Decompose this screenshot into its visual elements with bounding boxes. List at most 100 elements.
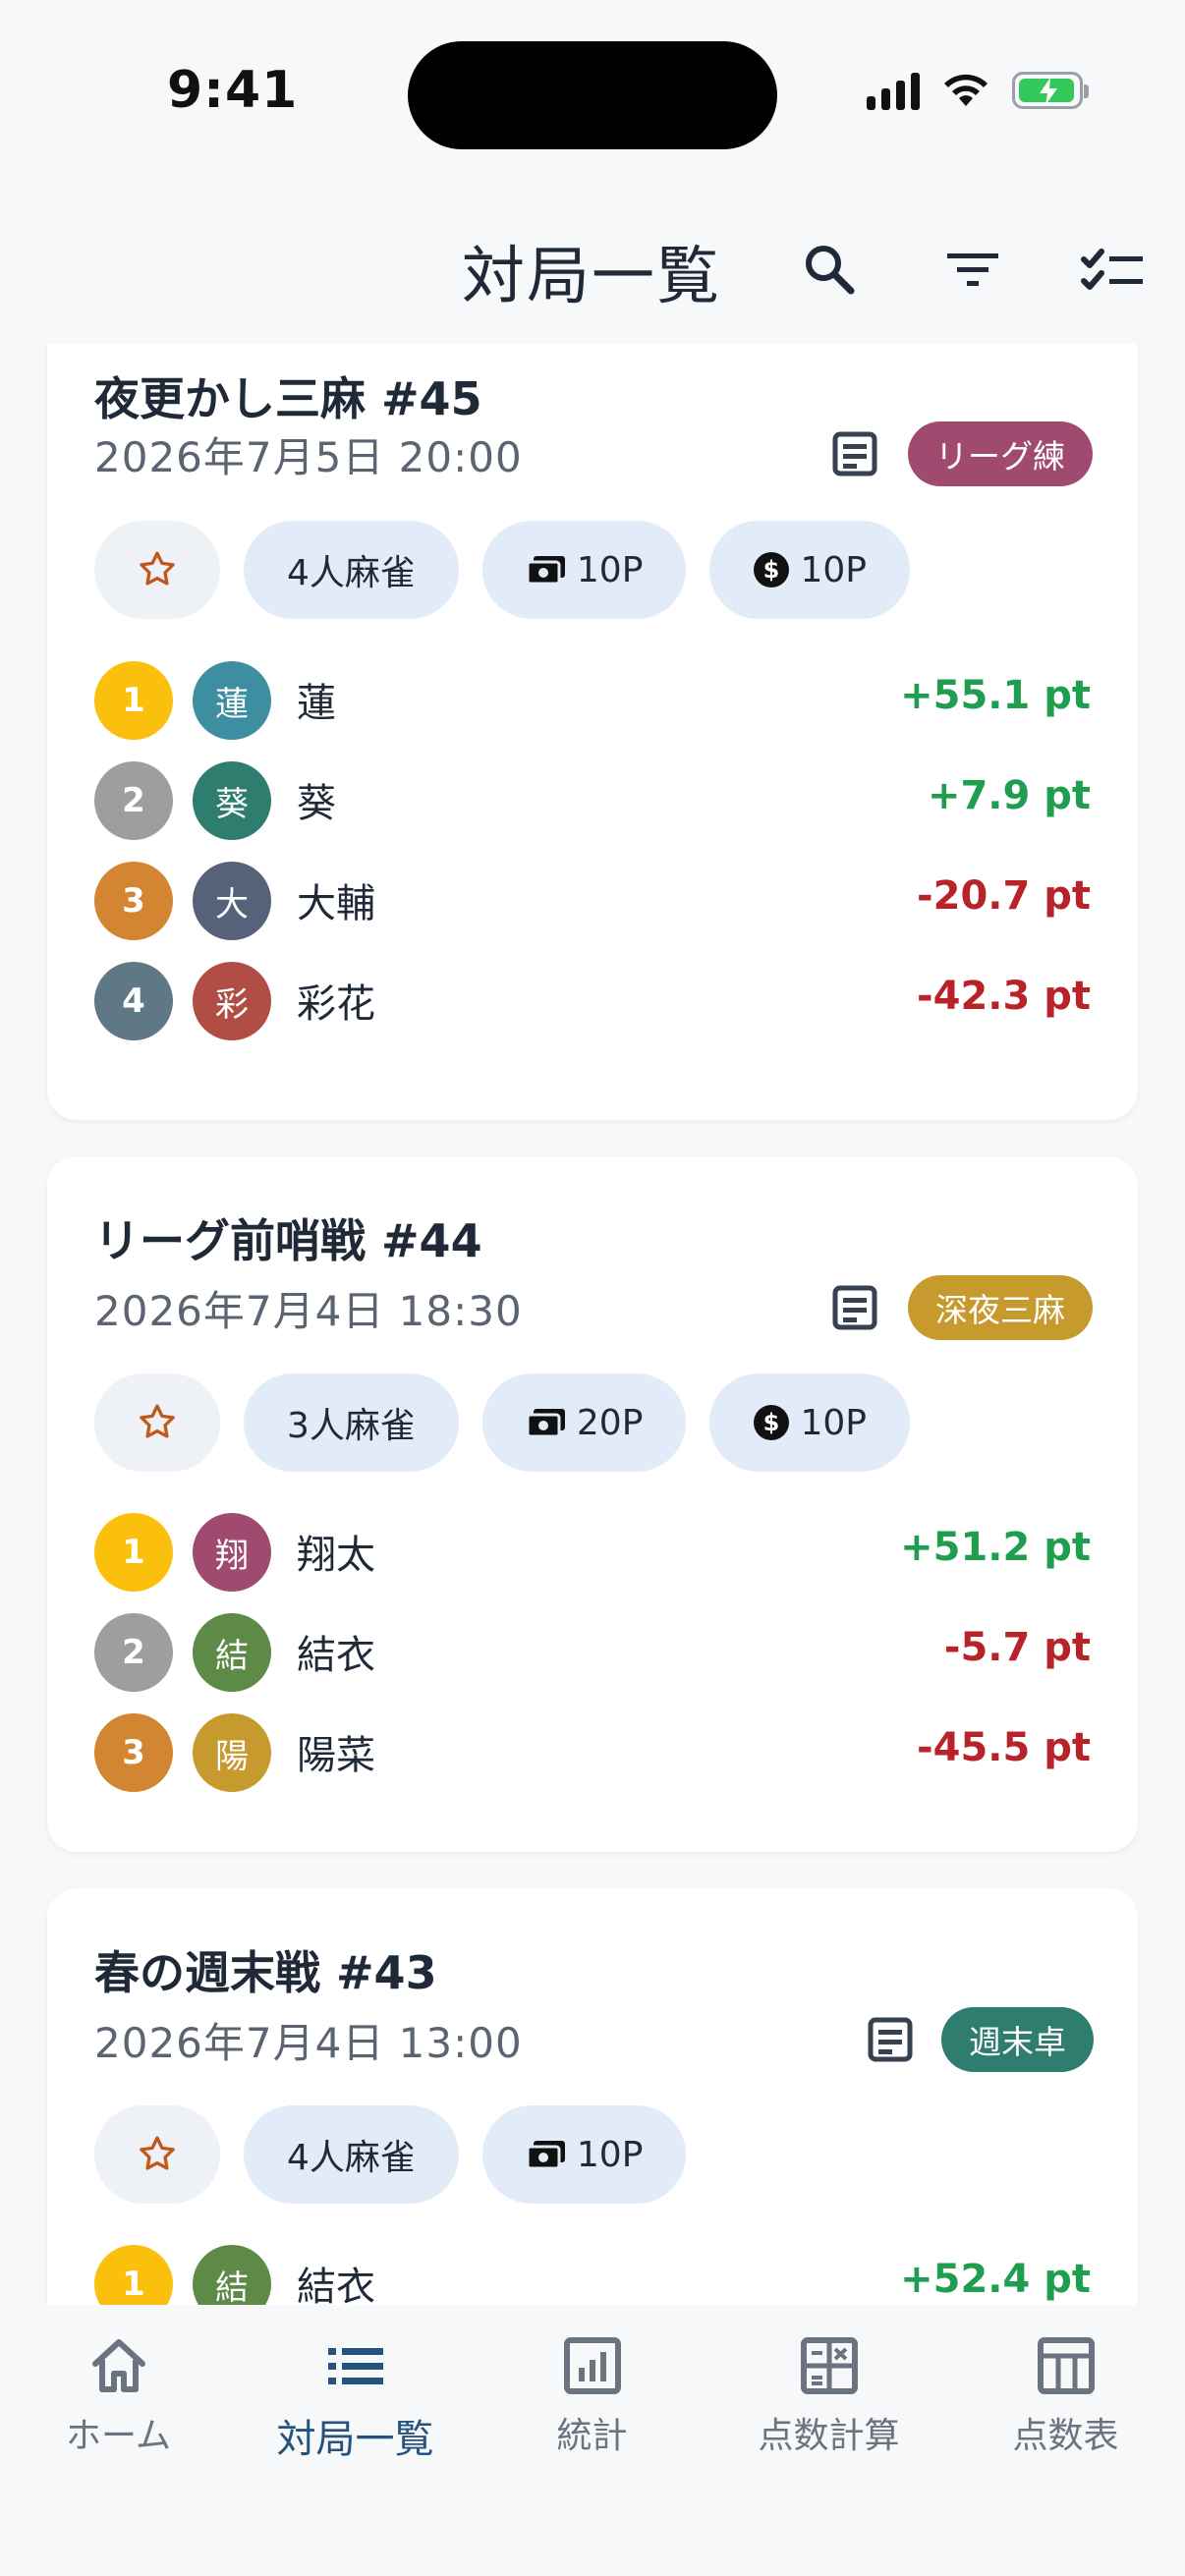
result-row: 1 蓮 蓮 +55.1 pt [94,661,1091,740]
filter-icon [947,253,998,286]
memo-icon[interactable] [827,426,882,481]
player-score: -42.3 pt [917,974,1091,1019]
chart-icon [563,2337,621,2394]
avatar: 結 [193,2245,271,2305]
search-icon [806,246,855,295]
player-name: 葵 [297,781,336,826]
app-header: 対局一覧 [0,187,1185,344]
dynamic-island [408,41,777,149]
player-score: -20.7 pt [917,873,1091,919]
nav-score-calc-label: 点数計算 [758,2416,900,2456]
game-chips: 4人麻雀 10P [94,2105,687,2204]
dollar-icon: $ [754,552,790,588]
rank-badge: 2 [94,1613,173,1692]
game-date: 2026年7月4日 13:00 [94,2019,523,2067]
rank-badge: 3 [94,1713,173,1792]
battery-icon [1012,72,1089,109]
group-tag: リーグ練 [908,421,1093,486]
nav-game-list[interactable]: 対局一覧 [237,2334,474,2464]
status-time: 9:41 [167,61,299,120]
group-tag: 週末卓 [941,2007,1094,2072]
player-score: +55.1 pt [900,673,1091,718]
player-name: 結衣 [297,2265,375,2305]
result-row: 3 大 大輔 -20.7 pt [94,862,1091,940]
calculator-icon [800,2337,858,2394]
group-tag: 深夜三麻 [908,1275,1093,1340]
result-row: 2 結 結衣 -5.7 pt [94,1613,1091,1692]
checklist-icon [1081,249,1143,290]
player-name: 結衣 [297,1633,375,1678]
nav-home[interactable]: ホーム [0,2334,237,2458]
star-icon [140,551,175,586]
player-count-chip: 4人麻雀 [244,2105,459,2204]
player-score: -5.7 pt [943,1625,1091,1670]
game-date: 2026年7月4日 18:30 [94,1287,523,1335]
star-icon [140,2136,175,2170]
player-score: -45.5 pt [917,1725,1091,1770]
rank-badge: 1 [94,1513,173,1592]
player-count-chip: 3人麻雀 [244,1373,459,1472]
svg-text:$: $ [763,556,780,584]
player-name: 陽菜 [297,1733,375,1778]
nav-score-table[interactable]: 点数表 [947,2334,1184,2458]
favorite-button[interactable] [94,2105,220,2204]
player-name: 蓮 [297,681,336,726]
game-card[interactable]: 夜更かし三麻 #45 2026年7月5日 20:00 リーグ練 4人麻雀 10P… [47,344,1138,1120]
nav-stats-label: 統計 [556,2416,628,2456]
favorite-button[interactable] [94,521,220,619]
player-name: 翔太 [297,1533,375,1578]
player-score: +51.2 pt [900,1525,1091,1570]
page-title: 対局一覧 [462,241,721,313]
game-title: リーグ前哨戦 #44 [94,1214,482,1267]
nav-home-label: ホーム [66,2416,171,2456]
nav-score-calc[interactable]: 点数計算 [710,2334,947,2458]
money-icon [526,2141,565,2170]
game-title: 夜更かし三麻 #45 [94,372,482,425]
avatar: 大 [193,862,271,940]
memo-icon[interactable] [827,1280,882,1335]
result-row: 4 彩 彩花 -42.3 pt [94,962,1091,1040]
dollar-icon: $ [754,1405,790,1440]
filter-button[interactable] [935,232,1010,307]
status-icons [867,71,1089,110]
rank-badge: 2 [94,761,173,840]
rank-badge: 1 [94,661,173,740]
bottom-navigation: ホーム 対局一覧 統計 点数計算 点数表 [0,2305,1185,2576]
game-card[interactable]: リーグ前哨戦 #44 2026年7月4日 18:30 深夜三麻 3人麻雀 20P… [47,1156,1138,1852]
status-bar: 9:41 [0,0,1185,187]
player-name: 彩花 [297,981,375,1027]
search-button[interactable] [792,232,867,307]
home-icon [91,2339,145,2392]
star-icon [140,1404,175,1438]
result-row: 3 陽 陽菜 -45.5 pt [94,1713,1091,1792]
chip-rate-chip: $ 10P [709,521,910,619]
svg-text:$: $ [763,1409,780,1436]
nav-stats[interactable]: 統計 [474,2334,710,2458]
nav-game-list-label: 対局一覧 [276,2417,434,2462]
game-card[interactable]: 春の週末戦 #43 2026年7月4日 13:00 週末卓 4人麻雀 10P 1… [47,1888,1138,2305]
rate-chip: 20P [481,1373,687,1472]
rate-chip: 10P [481,2105,687,2204]
avatar: 葵 [193,761,271,840]
wifi-icon [944,74,988,106]
result-row: 1 翔 翔太 +51.2 pt [94,1513,1091,1592]
rank-badge: 1 [94,2245,173,2305]
cellular-signal-icon [867,71,920,110]
memo-icon[interactable] [863,2012,918,2067]
game-chips: 3人麻雀 20P $ 10P [94,1373,910,1472]
game-title: 春の週末戦 #43 [94,1946,437,1999]
avatar: 翔 [193,1513,271,1592]
rate-chip: 10P [481,521,687,619]
favorite-button[interactable] [94,1373,220,1472]
player-score: +52.4 pt [900,2257,1091,2302]
avatar: 陽 [193,1713,271,1792]
list-icon [327,2348,383,2384]
game-date: 2026年7月5日 20:00 [94,433,523,481]
player-count-chip: 4人麻雀 [244,521,459,619]
chip-rate-chip: $ 10P [709,1373,910,1472]
select-mode-button[interactable] [1075,232,1150,307]
result-row: 1 結 結衣 +52.4 pt [94,2245,1091,2305]
game-list[interactable]: 夜更かし三麻 #45 2026年7月5日 20:00 リーグ練 4人麻雀 10P… [0,344,1185,2305]
nav-score-table-label: 点数表 [1012,2416,1119,2456]
money-icon [526,1409,565,1438]
